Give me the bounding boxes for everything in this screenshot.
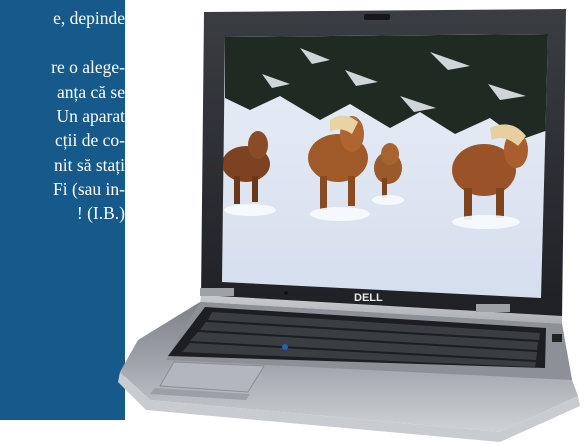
laptop-base: [118, 302, 580, 442]
laptop-photo: DELL: [118, 9, 580, 442]
touchpad: [159, 361, 265, 393]
screen-wallpaper: [222, 34, 548, 298]
brand-logo: DELL: [354, 292, 383, 304]
webcam: [364, 14, 390, 20]
port: [552, 334, 562, 342]
trackpoint: [282, 344, 288, 350]
